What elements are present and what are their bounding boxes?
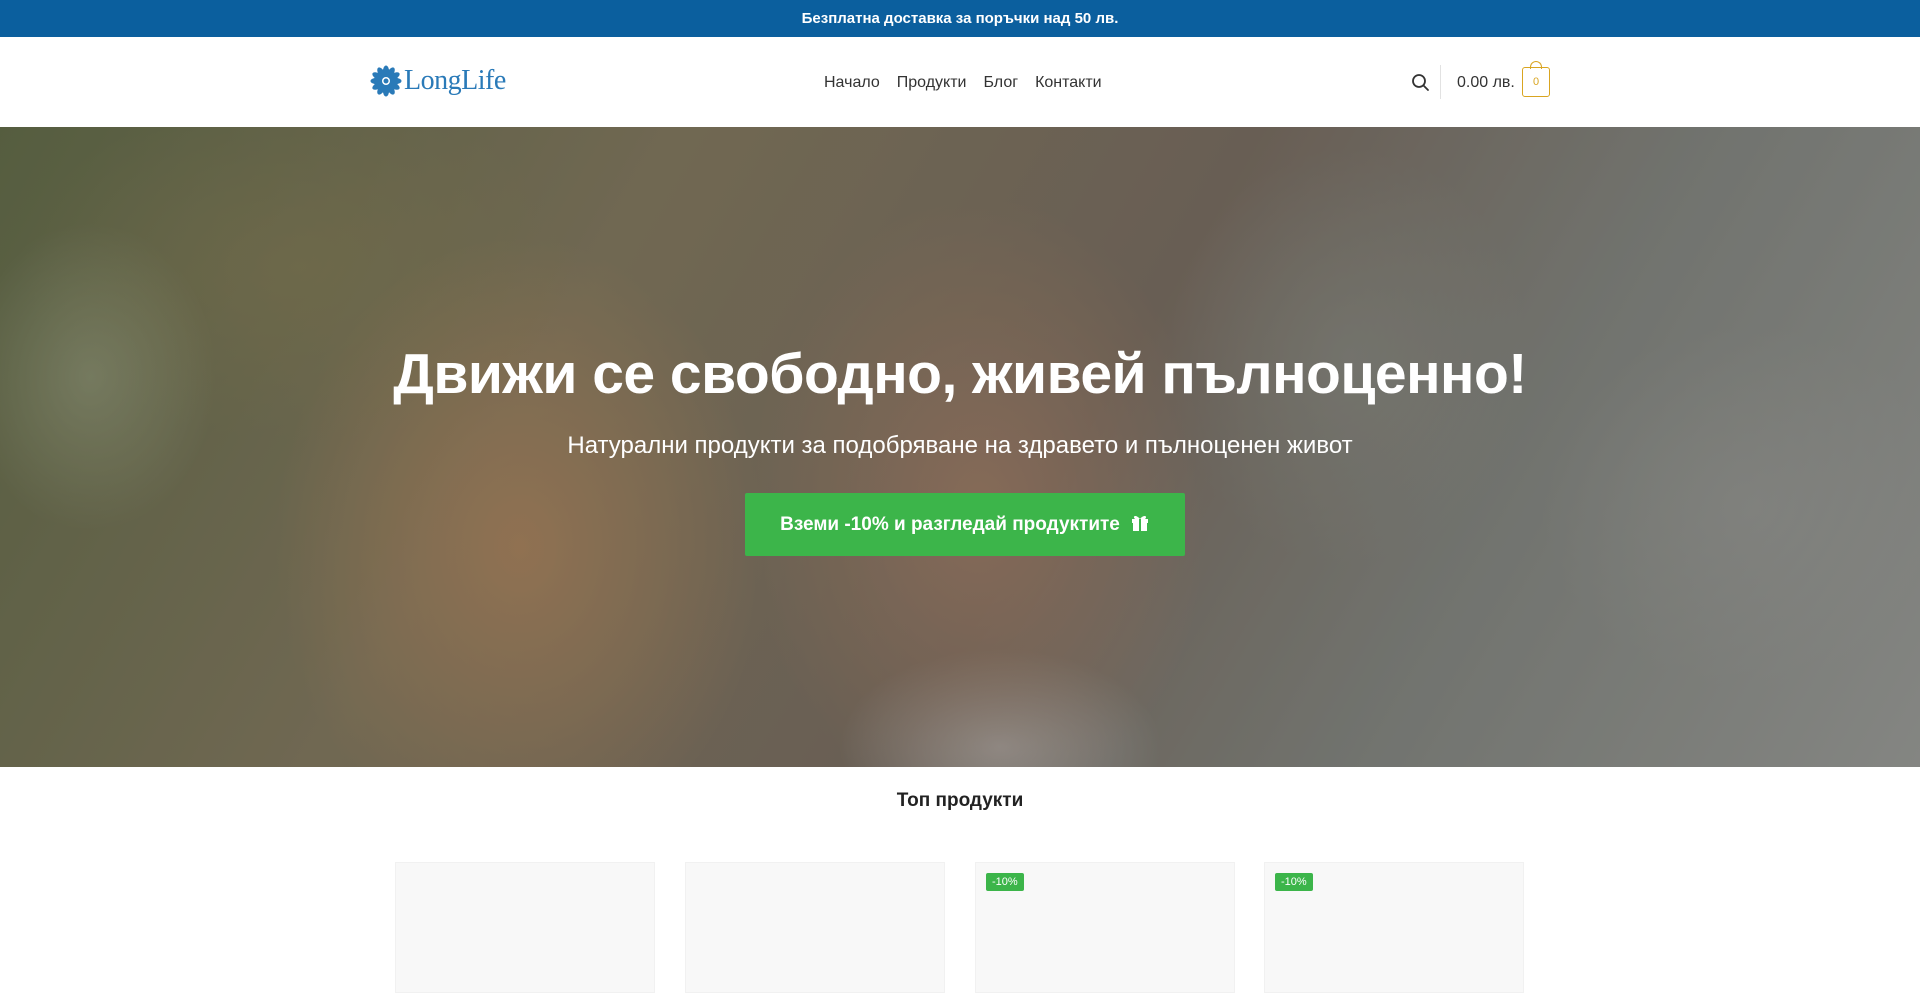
- hero-title: Движи се свободно, живей пълноценно!: [393, 342, 1527, 406]
- site-header: LongLife Начало Продукти Блог Контакти 0…: [0, 37, 1920, 127]
- cart-total[interactable]: 0.00 лв.: [1457, 73, 1515, 93]
- product-card[interactable]: [395, 862, 655, 993]
- flower-icon: [370, 65, 402, 97]
- cta-label: Вземи -10% и разгледай продуктите: [780, 513, 1120, 535]
- discount-cta-button[interactable]: Вземи -10% и разгледай продуктите: [745, 493, 1185, 556]
- shopping-bag-icon[interactable]: 0: [1522, 61, 1550, 97]
- logo[interactable]: LongLife: [370, 65, 506, 97]
- nav-item-home[interactable]: Начало: [824, 73, 880, 93]
- discount-badge: -10%: [1275, 873, 1313, 891]
- logo-text: LongLife: [404, 65, 506, 96]
- nav-item-blog[interactable]: Блог: [983, 73, 1018, 93]
- gift-icon: [1130, 512, 1150, 538]
- product-card[interactable]: -10%: [975, 862, 1235, 993]
- product-card[interactable]: [685, 862, 945, 993]
- nav-item-contacts[interactable]: Контакти: [1035, 73, 1102, 93]
- discount-badge: -10%: [986, 873, 1024, 891]
- section-title-top-products: Топ продукти: [896, 790, 1024, 811]
- promo-bar: Безплатна доставка за поръчки над 50 лв.: [0, 0, 1920, 37]
- nav-item-products[interactable]: Продукти: [897, 73, 967, 93]
- main-nav: Начало Продукти Блог Контакти: [824, 73, 1102, 93]
- header-divider: [1440, 65, 1441, 99]
- cart-count: 0: [1532, 76, 1540, 88]
- hero-banner: Движи се свободно, живей пълноценно! Нат…: [0, 127, 1920, 767]
- product-card[interactable]: -10%: [1264, 862, 1524, 993]
- search-icon[interactable]: [1410, 72, 1432, 94]
- hero-subtitle: Натурални продукти за подобряване на здр…: [567, 432, 1353, 459]
- promo-text: Безплатна доставка за поръчки над 50 лв.: [801, 10, 1119, 27]
